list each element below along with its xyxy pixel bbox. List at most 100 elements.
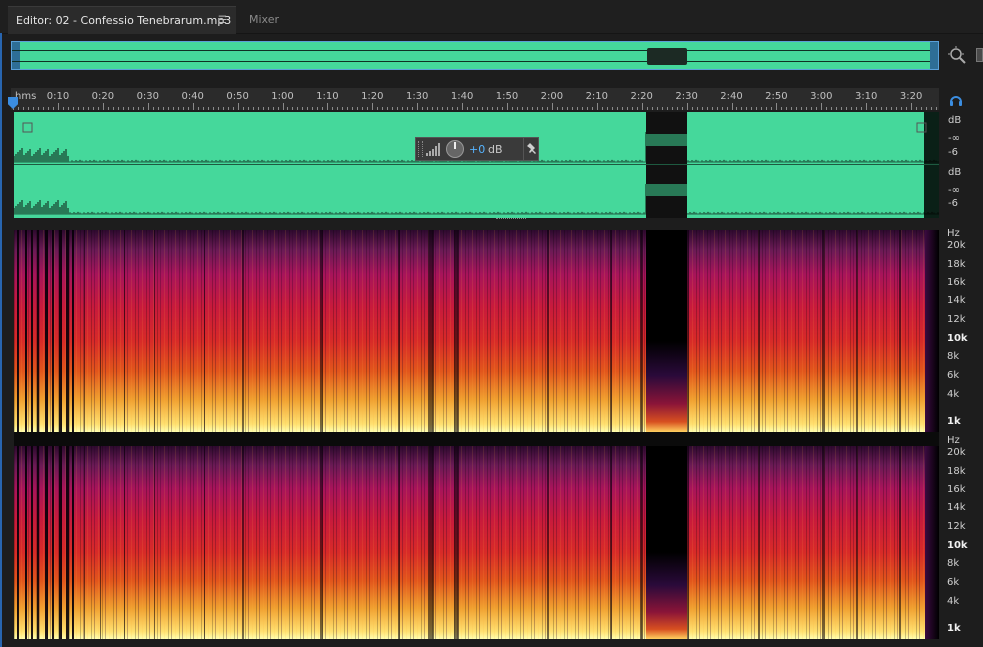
ruler-tick — [87, 107, 89, 110]
ruler-tick — [357, 107, 359, 110]
ruler-tick — [487, 107, 489, 110]
ruler-tick — [152, 107, 154, 110]
time-ruler[interactable]: hms 0:10 0:20 0:30 0:40 0:50 1:00 1:10 1:20 1:30… — [11, 88, 939, 110]
ruler-tick — [721, 107, 723, 110]
spectrogram-dropout — [25, 446, 27, 639]
spectrogram-ch2[interactable] — [14, 446, 939, 639]
ruler-tick — [412, 107, 414, 110]
tab-mixer[interactable]: Mixer — [249, 6, 279, 33]
spectrogram-dropout — [899, 446, 901, 639]
ruler-tick — [806, 107, 808, 110]
ruler-tick — [881, 107, 883, 110]
ruler-tick — [786, 107, 788, 110]
ruler-tick — [142, 107, 144, 110]
db-label-minus6: -6 — [948, 198, 958, 209]
hz-label: 20k — [947, 447, 966, 458]
spectrogram-dropout — [100, 230, 101, 432]
spectrogram-dropout — [59, 446, 62, 639]
overview-right-handle[interactable] — [930, 42, 938, 69]
panel-resize-handle[interactable] — [496, 218, 526, 222]
ruler-tick — [332, 107, 334, 110]
ruler-tick — [38, 107, 40, 110]
spectrogram-end-fade — [925, 230, 939, 432]
ruler-tick — [771, 107, 773, 110]
spectrogram-ch1[interactable] — [14, 230, 939, 432]
ruler-tick — [58, 103, 59, 110]
hz-label: 12k — [947, 521, 966, 532]
hamburger-menu-icon[interactable]: ☰ — [218, 7, 227, 34]
ruler-tick — [556, 107, 558, 110]
hz-label: 12k — [947, 314, 966, 325]
ruler-tick — [202, 107, 204, 110]
pin-icon[interactable] — [526, 142, 538, 156]
gain-hud[interactable]: +0 dB — [415, 137, 539, 161]
spectrogram-dropout — [398, 446, 400, 639]
ruler-tick — [636, 107, 638, 110]
ruler-tick-label: 1:10 — [316, 91, 339, 102]
spectrogram-dropout — [822, 230, 825, 432]
tab-editor[interactable]: Editor: 02 - Confessio Tenebrarum.mp3 ☰ — [8, 6, 236, 34]
hud-grip[interactable] — [418, 141, 423, 157]
ruler-tick — [102, 103, 104, 110]
ruler-tick-label: 2:50 — [765, 91, 788, 102]
spectrogram-dropout — [758, 446, 760, 639]
hz-label: 6k — [947, 577, 960, 588]
spectrogram-dropout — [100, 446, 101, 639]
ruler-tick — [127, 107, 129, 110]
ruler-tick — [696, 107, 698, 110]
spectrogram-dropout — [454, 446, 459, 639]
ruler-tick — [576, 107, 578, 110]
ruler-tick — [676, 107, 678, 110]
hz-label: 8k — [947, 351, 960, 362]
hz-label: 10k — [947, 540, 968, 551]
ruler-tick — [362, 107, 364, 110]
ruler-tick — [262, 107, 264, 110]
ruler-tick — [716, 107, 718, 110]
ruler-tick — [591, 107, 593, 110]
ruler-tick — [352, 107, 354, 110]
ruler-tick — [631, 107, 633, 110]
ruler-tick-label: 1:20 — [361, 91, 384, 102]
fade-in-handle[interactable] — [22, 122, 33, 133]
ruler-tick — [277, 107, 279, 110]
ruler-tick — [821, 103, 823, 110]
ruler-tick-label: 1:50 — [495, 91, 519, 102]
ruler-tick — [392, 107, 394, 110]
ruler-tick — [861, 107, 863, 110]
spectrogram-dropout — [687, 230, 689, 432]
spectrogram-dropout — [610, 230, 612, 432]
ruler-tick — [327, 103, 329, 110]
ruler-tick — [457, 107, 459, 110]
gain-knob-icon[interactable] — [446, 140, 464, 158]
panel-focus-border — [0, 33, 2, 647]
panel-options-button[interactable] — [976, 48, 983, 62]
ruler-tick-label: 1:30 — [405, 91, 429, 102]
spectrogram-dropout — [204, 230, 205, 432]
ruler-tick — [337, 107, 339, 110]
overview-navigator[interactable] — [11, 41, 939, 70]
ruler-tick — [502, 107, 503, 110]
hz-label: 14k — [947, 295, 966, 306]
ruler-tick — [367, 107, 369, 110]
ruler-tick — [92, 107, 94, 110]
ruler-tick — [117, 107, 119, 110]
db-label-neg-inf: -∞ — [948, 133, 960, 144]
waveform-display[interactable] — [14, 112, 939, 218]
spectrogram-dropout — [154, 230, 155, 432]
spectrogram-dropout — [124, 446, 125, 639]
zoom-icon[interactable] — [947, 45, 967, 65]
ruler-tick — [781, 107, 783, 110]
gain-value[interactable]: +0 — [469, 143, 485, 156]
spectrogram-dropout — [52, 446, 54, 639]
ruler-tick — [816, 107, 818, 110]
overview-lane-1 — [12, 50, 938, 51]
spectrogram-dropout — [59, 230, 62, 432]
ruler-tick — [372, 103, 374, 110]
ruler-tick — [112, 107, 114, 110]
headphone-icon[interactable] — [949, 93, 963, 107]
ruler-tick — [23, 107, 25, 110]
ruler-tick-label: 3:20 — [899, 91, 923, 102]
overview-left-handle[interactable] — [12, 42, 20, 69]
ruler-tick — [292, 107, 294, 110]
ruler-tick — [472, 107, 474, 110]
